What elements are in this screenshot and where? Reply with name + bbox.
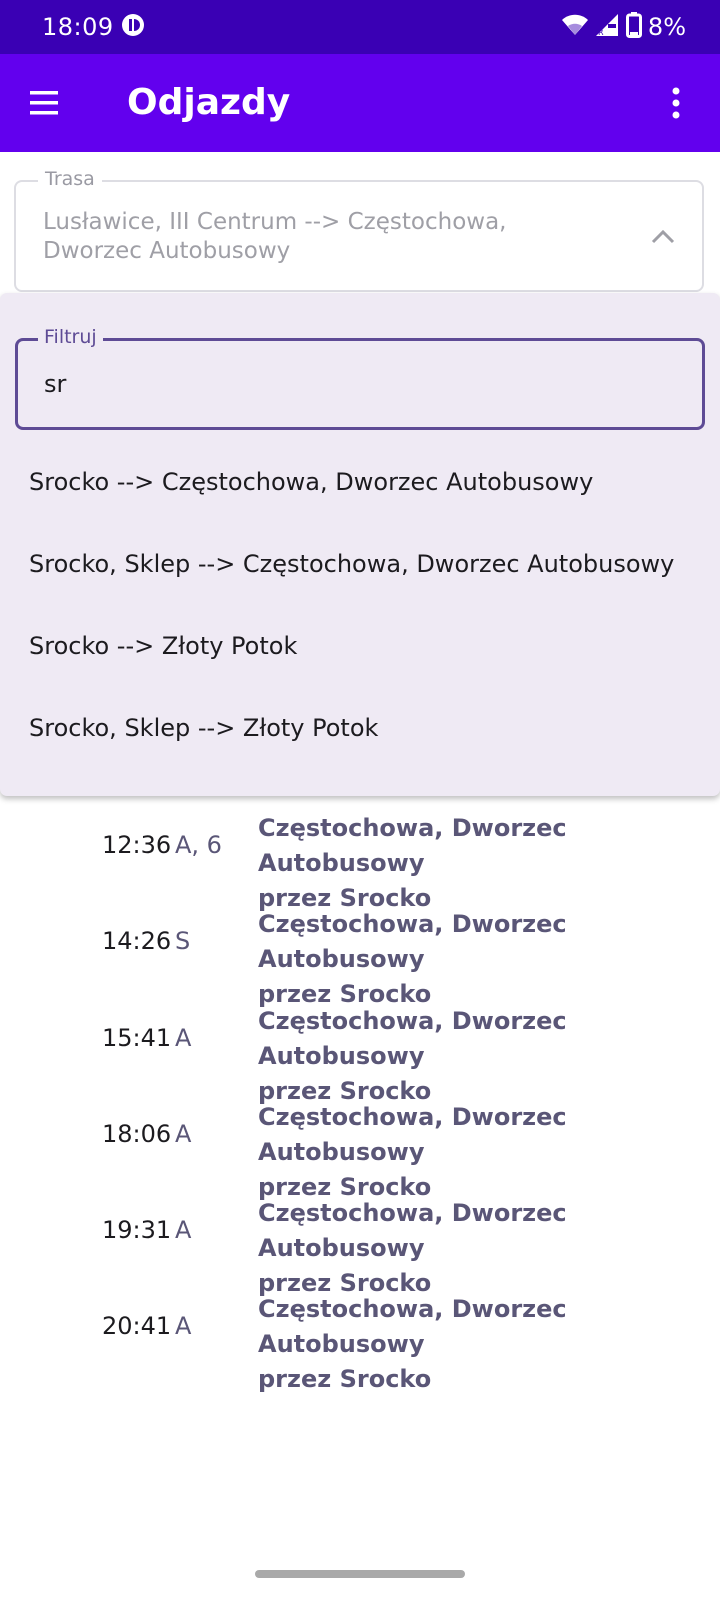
route-select[interactable]: Trasa Lusławice, III Centrum --> Częstoc… — [14, 168, 704, 292]
status-time: 18:09 — [42, 13, 114, 41]
departure-row[interactable]: 18:06 A Częstochowa, Dworzec Autobusowy … — [0, 1086, 720, 1201]
departure-row[interactable]: 14:26 S Częstochowa, Dworzec Autobusowy … — [0, 893, 720, 1008]
dropdown-option-label: Srocko, Sklep --> Złoty Potok — [29, 714, 379, 742]
departure-note: A — [175, 1120, 192, 1148]
svg-text:R: R — [598, 28, 604, 37]
departure-destination: Częstochowa, Dworzec Autobusowy przez Sr… — [258, 1292, 678, 1397]
filter-field[interactable]: Filtruj — [15, 326, 705, 430]
departure-row[interactable]: 15:41 A Częstochowa, Dworzec Autobusowy … — [0, 990, 720, 1105]
battery-percentage: 8% — [647, 13, 686, 41]
dropdown-option-label: Srocko --> Częstochowa, Dworzec Autobuso… — [29, 468, 594, 496]
destination-name: Częstochowa, Dworzec Autobusowy — [258, 1295, 567, 1358]
app-notification-icon — [121, 13, 145, 37]
departure-time: 18:06 — [102, 1120, 172, 1148]
departure-time: 15:41 — [102, 1024, 172, 1052]
destination-name: Częstochowa, Dworzec Autobusowy — [258, 1007, 567, 1070]
dropdown-option[interactable]: Srocko, Sklep --> Złoty Potok — [0, 687, 720, 769]
route-label: Trasa — [38, 168, 102, 190]
dropdown-option[interactable]: Srocko --> Złoty Potok — [0, 605, 720, 687]
signal-icon: R — [594, 13, 620, 42]
departure-row[interactable]: 19:31 A Częstochowa, Dworzec Autobusowy … — [0, 1182, 720, 1297]
departure-time: 12:36 — [102, 831, 172, 859]
route-value: Lusławice, III Centrum --> Częstochowa, … — [43, 209, 507, 264]
chevron-up-icon[interactable] — [648, 222, 678, 252]
departure-time: 14:26 — [102, 927, 172, 955]
destination-via: przez Srocko — [258, 1365, 432, 1393]
dropdown-option[interactable]: Srocko --> Częstochowa, Dworzec Autobuso… — [0, 441, 720, 523]
page-title: Odjazdy — [127, 82, 291, 123]
more-vert-icon[interactable] — [652, 79, 700, 127]
departure-row[interactable]: 12:36 A, 6 Częstochowa, Dworzec Autobuso… — [0, 797, 720, 912]
departure-note: A — [175, 1312, 192, 1340]
dropdown-option[interactable]: Srocko, Sklep --> Częstochowa, Dworzec A… — [0, 523, 720, 605]
departure-time: 19:31 — [102, 1216, 172, 1244]
departure-note: A — [175, 1216, 192, 1244]
destination-name: Częstochowa, Dworzec Autobusowy — [258, 1199, 567, 1262]
hamburger-menu-icon[interactable] — [20, 79, 68, 127]
destination-name: Częstochowa, Dworzec Autobusowy — [258, 814, 567, 877]
battery-icon — [625, 11, 642, 43]
status-right: R 8% — [561, 11, 686, 43]
filter-input[interactable] — [44, 368, 664, 400]
gesture-navigation-bar[interactable] — [255, 1570, 465, 1578]
status-bar: 18:09 R 8% — [0, 0, 720, 54]
departure-row[interactable]: 20:41 A Częstochowa, Dworzec Autobusowy … — [0, 1278, 720, 1393]
filter-label: Filtruj — [38, 326, 103, 348]
wifi-icon — [561, 14, 588, 41]
dropdown-option-label: Srocko --> Złoty Potok — [29, 632, 298, 660]
departure-note: S — [175, 927, 191, 955]
destination-name: Częstochowa, Dworzec Autobusowy — [258, 910, 567, 973]
departure-time: 20:41 — [102, 1312, 172, 1340]
route-dropdown-menu: Filtruj Srocko --> Częstochowa, Dworzec … — [0, 293, 720, 796]
departure-note: A, 6 — [175, 831, 222, 859]
destination-name: Częstochowa, Dworzec Autobusowy — [258, 1103, 567, 1166]
dropdown-option-label: Srocko, Sklep --> Częstochowa, Dworzec A… — [29, 550, 675, 578]
departure-note: A — [175, 1024, 192, 1052]
app-bar: Odjazdy — [0, 54, 720, 152]
